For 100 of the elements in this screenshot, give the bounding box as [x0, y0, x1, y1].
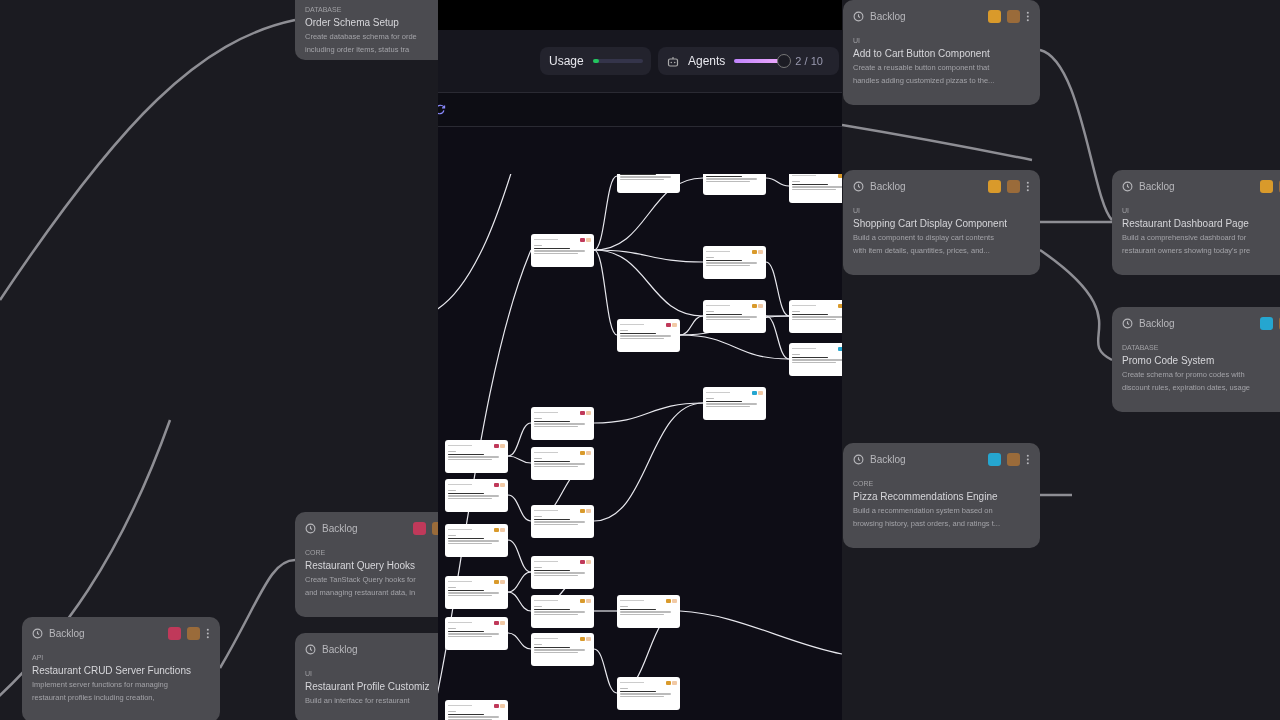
task-node[interactable] — [531, 407, 594, 440]
status-label: Backlog — [1139, 180, 1176, 192]
task-node[interactable] — [703, 246, 766, 279]
task-node[interactable] — [531, 505, 594, 538]
text-lines-drawing — [792, 353, 842, 364]
task-node[interactable] — [531, 447, 594, 480]
task-node[interactable] — [789, 174, 842, 203]
text-lines-drawing — [706, 174, 758, 183]
status-text-lines-drawing — [448, 444, 472, 447]
text-lines-drawing — [792, 310, 842, 321]
task-title: Add to Cart Button Component — [853, 47, 990, 60]
clock-icon — [1122, 317, 1133, 329]
task-node[interactable] — [531, 234, 594, 267]
tag-badge — [758, 303, 763, 308]
text-lines-drawing — [706, 397, 758, 408]
task-title: Restaurant CRUD Server Functions — [32, 664, 191, 677]
tag-badge — [500, 443, 505, 448]
tag-badge — [672, 598, 677, 603]
text-lines-drawing — [448, 710, 500, 720]
text-lines-drawing — [792, 180, 842, 191]
task-node[interactable] — [445, 479, 508, 512]
status-text-lines-drawing — [534, 238, 558, 241]
tag-badge — [1007, 452, 1021, 466]
tag-badge — [187, 626, 201, 640]
agents-slider[interactable]: Agents 2 / 10 — [658, 47, 839, 75]
more-icon[interactable] — [1026, 453, 1030, 465]
task-node[interactable] — [531, 595, 594, 628]
task-node[interactable] — [445, 440, 508, 473]
status-text-lines-drawing — [534, 599, 558, 602]
status-label: Backlog — [1139, 317, 1176, 329]
status-text-lines-drawing — [792, 304, 816, 307]
task-node[interactable] — [703, 387, 766, 420]
text-lines-drawing — [448, 450, 500, 461]
task-node[interactable] — [789, 343, 842, 376]
status-text-lines-drawing — [534, 560, 558, 563]
robot-icon — [667, 55, 679, 67]
status-text-lines-drawing — [534, 451, 558, 454]
text-lines-drawing — [620, 605, 672, 616]
tag-badge — [758, 249, 763, 254]
status-label: Backlog — [49, 627, 86, 639]
text-lines-drawing — [534, 605, 586, 616]
tag-badge — [586, 559, 591, 564]
task-title: Promo Code System — [1122, 354, 1215, 367]
status-text-lines-drawing — [448, 704, 472, 707]
refresh-icon[interactable] — [438, 104, 446, 115]
clock-icon — [1122, 180, 1133, 192]
agents-count: 2 / 10 — [795, 55, 823, 67]
task-node[interactable] — [531, 556, 594, 589]
more-icon[interactable] — [206, 627, 210, 639]
status-text-lines-drawing — [534, 411, 558, 414]
task-node[interactable] — [445, 524, 508, 557]
connector-line — [765, 177, 790, 187]
status-text-lines-drawing — [706, 391, 730, 394]
task-node[interactable] — [445, 576, 508, 609]
text-lines-drawing — [448, 627, 500, 638]
status-text-lines-drawing — [448, 528, 472, 531]
task-title: Restaurant Query Hooks — [305, 559, 416, 572]
text-lines-drawing — [534, 515, 586, 526]
task-title: Restaurant Dashboard Page — [1122, 217, 1249, 230]
text-lines-drawing — [534, 417, 586, 428]
task-title: Restaurant Profile Customiz — [305, 680, 430, 693]
status-text-lines-drawing — [706, 304, 730, 307]
clock-icon — [853, 180, 864, 192]
tag-badge — [586, 410, 591, 415]
text-lines-drawing — [620, 329, 672, 340]
text-lines-drawing — [620, 687, 672, 698]
clock-icon — [32, 627, 43, 639]
more-icon[interactable] — [1026, 10, 1030, 22]
tag-badge — [586, 450, 591, 455]
status-text-lines-drawing — [792, 347, 816, 350]
task-node[interactable] — [703, 300, 766, 333]
status-label: Backlog — [870, 180, 907, 192]
tag-badge — [672, 680, 677, 685]
status-text-lines-drawing — [534, 509, 558, 512]
tag-badge — [500, 482, 505, 487]
task-node[interactable] — [531, 633, 594, 666]
text-lines-drawing — [534, 643, 586, 654]
tag-badge — [586, 636, 591, 641]
text-lines-drawing — [448, 489, 500, 500]
task-node[interactable] — [617, 595, 680, 628]
status-text-lines-drawing — [534, 637, 558, 640]
status-text-lines-drawing — [448, 621, 472, 624]
status-text-lines-drawing — [620, 599, 644, 602]
task-node[interactable] — [445, 617, 508, 650]
status-text-lines-drawing — [706, 250, 730, 253]
task-node[interactable] — [789, 300, 842, 333]
slider-thumb[interactable] — [776, 54, 791, 68]
clock-icon — [305, 522, 316, 534]
text-lines-drawing — [534, 457, 586, 468]
connector-line — [1040, 493, 1072, 497]
tag-badge — [500, 703, 505, 708]
task-node[interactable] — [617, 319, 680, 352]
task-title: Pizza Recommendations Engine — [853, 490, 998, 503]
status-label: Backlog — [322, 643, 359, 655]
status-text-lines-drawing — [620, 681, 644, 684]
text-lines-drawing — [534, 244, 586, 255]
tag-badge — [500, 527, 505, 532]
text-lines-drawing — [706, 256, 758, 267]
more-icon[interactable] — [1026, 180, 1030, 192]
task-node[interactable] — [617, 677, 680, 710]
